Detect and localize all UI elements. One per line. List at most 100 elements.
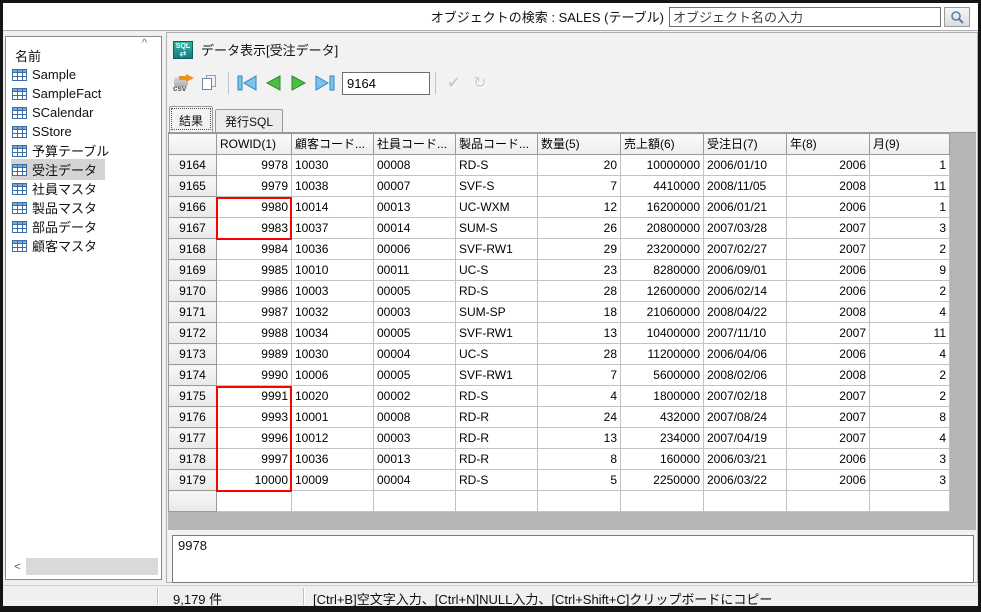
grid-cell[interactable]: 10036 xyxy=(292,239,374,260)
column-header[interactable]: 数量(5) xyxy=(538,134,621,155)
grid-cell[interactable]: 10012 xyxy=(292,428,374,449)
grid-cell[interactable]: 10009 xyxy=(292,470,374,491)
grid-cell[interactable]: 2008/02/06 xyxy=(704,365,787,386)
grid-cell[interactable]: 2007 xyxy=(787,239,870,260)
grid-cell[interactable]: 00013 xyxy=(374,449,456,470)
grid-cell[interactable]: 2008 xyxy=(787,302,870,323)
grid-cell[interactable]: 8280000 xyxy=(621,260,704,281)
grid-cell[interactable]: 9988 xyxy=(217,323,292,344)
last-record-button[interactable] xyxy=(312,70,338,96)
grid-cell[interactable]: 432000 xyxy=(621,407,704,428)
grid-cell[interactable] xyxy=(787,491,870,512)
grid-cell[interactable]: 00007 xyxy=(374,176,456,197)
grid-cell[interactable]: 2006 xyxy=(787,260,870,281)
grid-cell[interactable]: 10000000 xyxy=(621,155,704,176)
first-record-button[interactable] xyxy=(234,70,260,96)
grid-cell[interactable]: 1 xyxy=(870,197,950,218)
grid-cell[interactable]: 9996 xyxy=(217,428,292,449)
grid-cell[interactable]: 00005 xyxy=(374,365,456,386)
grid-cell[interactable]: 00011 xyxy=(374,260,456,281)
row-header[interactable]: 9166 xyxy=(169,197,217,218)
grid-cell[interactable]: 9 xyxy=(870,260,950,281)
grid-cell[interactable]: SUM-S xyxy=(456,218,538,239)
grid-cell[interactable]: 2007 xyxy=(787,218,870,239)
grid-cell[interactable]: 28 xyxy=(538,281,621,302)
grid-cell[interactable]: 00002 xyxy=(374,386,456,407)
sidebar-item[interactable]: SampleFact xyxy=(6,84,161,103)
grid-cell[interactable]: UC-S xyxy=(456,344,538,365)
grid-cell[interactable]: 2250000 xyxy=(621,470,704,491)
grid-cell[interactable]: 2006 xyxy=(787,197,870,218)
grid-cell[interactable]: 9986 xyxy=(217,281,292,302)
grid-cell[interactable]: 3 xyxy=(870,218,950,239)
grid-cell[interactable]: 10000 xyxy=(217,470,292,491)
grid-cell[interactable]: 9997 xyxy=(217,449,292,470)
row-header[interactable]: 9174 xyxy=(169,365,217,386)
grid-cell[interactable]: 7 xyxy=(538,365,621,386)
grid-cell[interactable]: 9979 xyxy=(217,176,292,197)
grid-cell[interactable]: 2007/02/18 xyxy=(704,386,787,407)
sidebar-item[interactable]: 受注データ xyxy=(6,160,161,179)
grid-cell[interactable]: SVF-S xyxy=(456,176,538,197)
grid-cell[interactable]: 11 xyxy=(870,176,950,197)
grid-cell[interactable] xyxy=(456,491,538,512)
grid-cell[interactable]: 13 xyxy=(538,428,621,449)
grid-cell[interactable]: 2008/04/22 xyxy=(704,302,787,323)
grid-cell[interactable] xyxy=(870,491,950,512)
grid-cell[interactable]: 11200000 xyxy=(621,344,704,365)
grid-cell[interactable]: 2007/04/19 xyxy=(704,428,787,449)
tab-result[interactable]: 結果 xyxy=(169,106,213,132)
grid-cell[interactable]: RD-S xyxy=(456,281,538,302)
grid-cell[interactable]: 4 xyxy=(870,302,950,323)
grid-cell[interactable]: 9984 xyxy=(217,239,292,260)
grid-cell[interactable]: 10400000 xyxy=(621,323,704,344)
grid-cell[interactable]: 2008 xyxy=(787,365,870,386)
grid-cell[interactable]: 4410000 xyxy=(621,176,704,197)
grid-cell[interactable]: 13 xyxy=(538,323,621,344)
grid-cell[interactable]: 28 xyxy=(538,344,621,365)
grid-cell[interactable]: 10036 xyxy=(292,449,374,470)
grid-cell[interactable]: 00004 xyxy=(374,470,456,491)
grid-cell[interactable]: 3 xyxy=(870,470,950,491)
column-header[interactable]: ROWID(1) xyxy=(217,134,292,155)
row-header[interactable]: 9170 xyxy=(169,281,217,302)
grid-cell[interactable]: 00004 xyxy=(374,344,456,365)
grid-cell[interactable]: SVF-RW1 xyxy=(456,239,538,260)
grid-cell[interactable]: 2006 xyxy=(787,155,870,176)
grid-cell[interactable]: 20800000 xyxy=(621,218,704,239)
grid-cell[interactable]: 00006 xyxy=(374,239,456,260)
grid-cell[interactable]: 10030 xyxy=(292,344,374,365)
grid-cell[interactable]: 9993 xyxy=(217,407,292,428)
grid-cell[interactable]: SUM-SP xyxy=(456,302,538,323)
column-header[interactable]: 月(9) xyxy=(870,134,950,155)
grid-cell[interactable]: UC-WXM xyxy=(456,197,538,218)
column-header[interactable]: 売上額(6) xyxy=(621,134,704,155)
row-header[interactable]: 9164 xyxy=(169,155,217,176)
sidebar-item[interactable]: 部品データ xyxy=(6,217,161,236)
grid-cell[interactable]: 00005 xyxy=(374,281,456,302)
grid-cell[interactable]: 9987 xyxy=(217,302,292,323)
grid-cell[interactable]: 10003 xyxy=(292,281,374,302)
grid-cell[interactable]: 10032 xyxy=(292,302,374,323)
grid-cell[interactable]: 12 xyxy=(538,197,621,218)
grid-cell[interactable]: 9978 xyxy=(217,155,292,176)
grid-cell[interactable]: 10001 xyxy=(292,407,374,428)
grid-cell[interactable]: 2006 xyxy=(787,449,870,470)
grid-cell[interactable]: 10006 xyxy=(292,365,374,386)
grid-cell[interactable]: 2007 xyxy=(787,386,870,407)
grid-cell[interactable]: RD-R xyxy=(456,407,538,428)
row-header[interactable]: 9177 xyxy=(169,428,217,449)
grid-cell[interactable]: UC-S xyxy=(456,260,538,281)
grid-cell[interactable]: 2 xyxy=(870,281,950,302)
grid-cell[interactable]: 2006/01/21 xyxy=(704,197,787,218)
sidebar-item[interactable]: 予算テーブル xyxy=(6,141,161,160)
grid-cell[interactable]: 160000 xyxy=(621,449,704,470)
grid-cell[interactable] xyxy=(621,491,704,512)
grid-cell[interactable]: RD-R xyxy=(456,449,538,470)
grid-cell[interactable]: 9980 xyxy=(217,197,292,218)
grid-cell[interactable]: 10020 xyxy=(292,386,374,407)
sidebar-item[interactable]: SStore xyxy=(6,122,161,141)
grid-cell[interactable]: 2008/11/05 xyxy=(704,176,787,197)
grid-cell[interactable]: 9983 xyxy=(217,218,292,239)
grid-cell[interactable]: 5600000 xyxy=(621,365,704,386)
